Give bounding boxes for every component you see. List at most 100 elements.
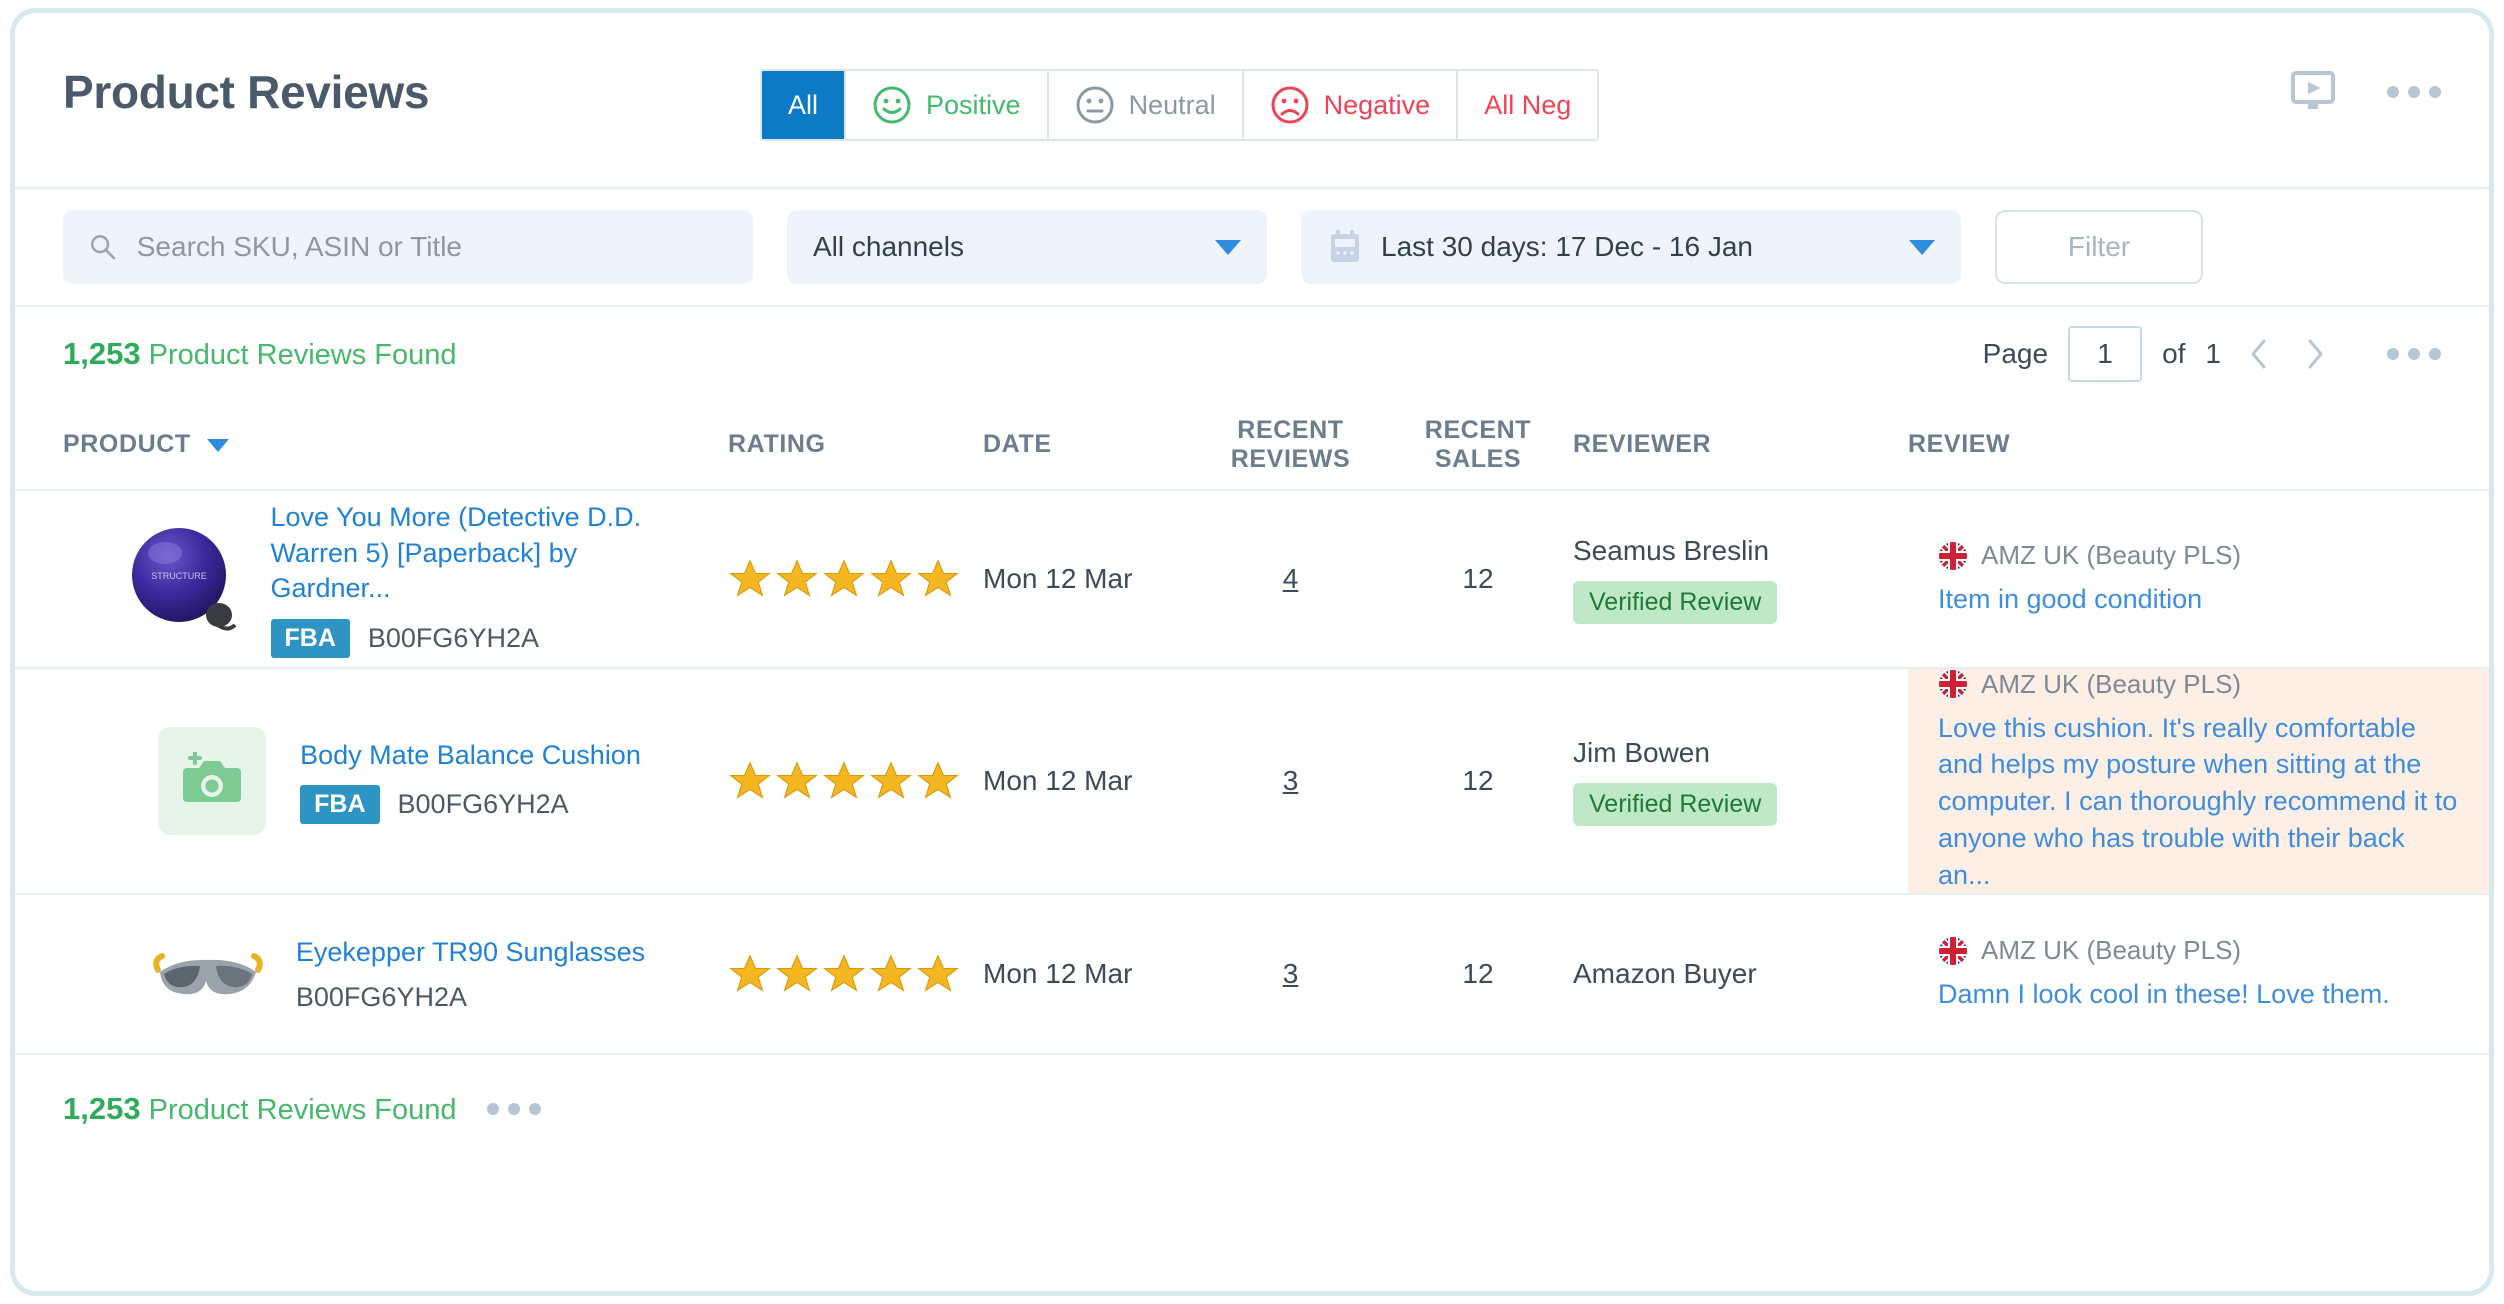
rating-cell <box>728 491 983 667</box>
column-header-recent-reviews: RECENT REVIEWS <box>1198 416 1383 475</box>
fba-badge: FBA <box>270 618 350 658</box>
tab-all[interactable]: All <box>762 71 847 139</box>
table-row[interactable]: Eyekepper TR90 Sunglasses B00FG6YH2A Mon… <box>15 895 2489 1055</box>
product-title-link[interactable]: Body Mate Balance Cushion <box>300 738 641 774</box>
product-meta: B00FG6YH2A <box>296 982 645 1013</box>
star-icon <box>870 954 912 992</box>
star-icon <box>823 559 865 597</box>
chevron-down-icon <box>206 438 229 452</box>
star-icon <box>917 954 959 992</box>
filter-button[interactable]: Filter <box>1995 210 2203 284</box>
sunglasses-photo <box>153 953 263 995</box>
date-range-value: Last 30 days: 17 Dec - 16 Jan <box>1381 231 1753 262</box>
tab-negative[interactable]: Negative <box>1243 71 1459 139</box>
of-label: of <box>2162 338 2186 369</box>
tab-all-negative-label: All Neg <box>1484 89 1572 120</box>
reviewer-name: Amazon Buyer <box>1573 958 1757 989</box>
table-row[interactable]: STRUCTURE Love You More (Detective D.D. … <box>15 491 2489 669</box>
search-icon <box>91 235 116 260</box>
results-count: 1,253 Product Reviews Found <box>63 336 457 372</box>
sentiment-tab-group: All Positive Neutral Negative All Neg <box>760 69 1600 141</box>
tab-neutral-label: Neutral <box>1128 89 1216 120</box>
recent-reviews-link[interactable]: 3 <box>1198 958 1383 990</box>
table-header-row: PRODUCT RATING DATE RECENT REVIEWS RECEN… <box>15 401 2489 491</box>
product-thumbnail <box>146 912 270 1036</box>
product-cell: Eyekepper TR90 Sunglasses B00FG6YH2A <box>63 895 728 1053</box>
date-cell: Mon 12 Mar <box>983 491 1198 667</box>
review-text[interactable]: Damn I look cool in these! Love them. <box>1938 976 2459 1013</box>
pagination-more-icon[interactable] <box>2387 348 2441 360</box>
product-info: Body Mate Balance Cushion FBA B00FG6YH2A <box>300 738 641 825</box>
review-date: Mon 12 Mar <box>983 765 1133 796</box>
star-icon <box>823 954 865 992</box>
product-thumbnail: STRUCTURE <box>121 517 245 641</box>
tab-positive[interactable]: Positive <box>846 71 1049 139</box>
product-meta: FBA B00FG6YH2A <box>300 785 641 825</box>
review-text[interactable]: Item in good condition <box>1938 581 2459 618</box>
channel-name: AMZ UK (Beauty PLS) <box>1981 540 2242 571</box>
date-cell: Mon 12 Mar <box>983 669 1198 893</box>
rating-cell <box>728 669 983 893</box>
table-row[interactable]: Body Mate Balance Cushion FBA B00FG6YH2A… <box>15 669 2489 895</box>
channel-line: AMZ UK (Beauty PLS) <box>1938 935 2459 966</box>
column-header-recent-reviews-line1: RECENT <box>1237 415 1344 444</box>
star-icon <box>917 559 959 597</box>
svg-text:STRUCTURE: STRUCTURE <box>151 571 207 581</box>
column-header-recent-sales-line1: RECENT <box>1424 415 1532 444</box>
reviewer-cell: Jim Bowen Verified Review <box>1573 669 1908 893</box>
results-count-label: Product Reviews Found <box>148 339 457 371</box>
product-cell: Body Mate Balance Cushion FBA B00FG6YH2A <box>63 669 728 893</box>
product-title-link[interactable]: Eyekepper TR90 Sunglasses <box>296 935 645 971</box>
product-thumbnail <box>150 719 274 843</box>
channel-line: AMZ UK (Beauty PLS) <box>1938 540 2459 571</box>
page-number-input[interactable] <box>2068 326 2143 382</box>
review-text[interactable]: Love this cushion. It's really comfortab… <box>1938 710 2459 894</box>
results-bar: 1,253 Product Reviews Found Page of 1 <box>15 307 2489 401</box>
more-options-icon[interactable] <box>2387 86 2441 98</box>
calendar-icon <box>1331 230 1359 262</box>
product-asin: B00FG6YH2A <box>295 982 467 1013</box>
footer-results-count-number: 1,253 <box>63 1091 141 1126</box>
reviewer-name: Seamus Breslin <box>1573 534 1770 566</box>
review-cell: AMZ UK (Beauty PLS) Damn I look cool in … <box>1908 895 2489 1053</box>
presentation-play-icon[interactable] <box>2291 71 2335 113</box>
previous-page-button[interactable] <box>2241 336 2277 372</box>
image-placeholder <box>158 727 267 835</box>
product-title-link[interactable]: Love You More (Detective D.D. Warren 5) … <box>271 500 671 607</box>
recent-reviews-link[interactable]: 4 <box>1198 563 1383 595</box>
total-pages: 1 <box>2205 338 2221 369</box>
recent-sales-value: 12 <box>1462 563 1494 594</box>
column-header-product[interactable]: PRODUCT <box>63 430 728 460</box>
uk-flag-icon <box>1939 670 1967 699</box>
date-range-select[interactable]: Last 30 days: 17 Dec - 16 Jan <box>1301 210 1961 284</box>
column-header-product-label: PRODUCT <box>63 430 191 459</box>
channel-line: AMZ UK (Beauty PLS) <box>1938 669 2459 700</box>
search-field-wrapper[interactable] <box>63 210 753 284</box>
exercise-ball-photo: STRUCTURE <box>131 528 236 631</box>
footer-more-icon[interactable] <box>486 1103 541 1115</box>
reviewer-cell: Seamus Breslin Verified Review <box>1573 491 1908 667</box>
star-rating <box>728 557 983 601</box>
smiley-neutral-icon <box>1076 86 1114 124</box>
next-page-button[interactable] <box>2297 336 2333 372</box>
recent-reviews-cell: 3 <box>1198 895 1383 1053</box>
review-date: Mon 12 Mar <box>983 563 1133 594</box>
column-header-recent-sales-line2: SALES <box>1434 445 1522 473</box>
search-input[interactable] <box>136 231 727 263</box>
star-icon <box>776 761 818 799</box>
tab-neutral[interactable]: Neutral <box>1048 71 1244 139</box>
header-actions <box>2291 71 2441 113</box>
star-icon <box>823 761 865 799</box>
smiley-sad-icon <box>1271 86 1309 124</box>
tab-all-negative[interactable]: All Neg <box>1458 71 1598 139</box>
star-icon <box>917 761 959 799</box>
product-asin: B00FG6YH2A <box>367 622 539 653</box>
date-cell: Mon 12 Mar <box>983 895 1198 1053</box>
star-icon <box>870 761 912 799</box>
star-icon <box>729 559 771 597</box>
reviewer-cell: Amazon Buyer <box>1573 895 1908 1053</box>
recent-reviews-link[interactable]: 3 <box>1198 765 1383 797</box>
table-footer: 1,253 Product Reviews Found <box>15 1055 2489 1163</box>
channel-select[interactable]: All channels <box>787 210 1267 284</box>
column-header-review: REVIEW <box>1908 430 2011 459</box>
